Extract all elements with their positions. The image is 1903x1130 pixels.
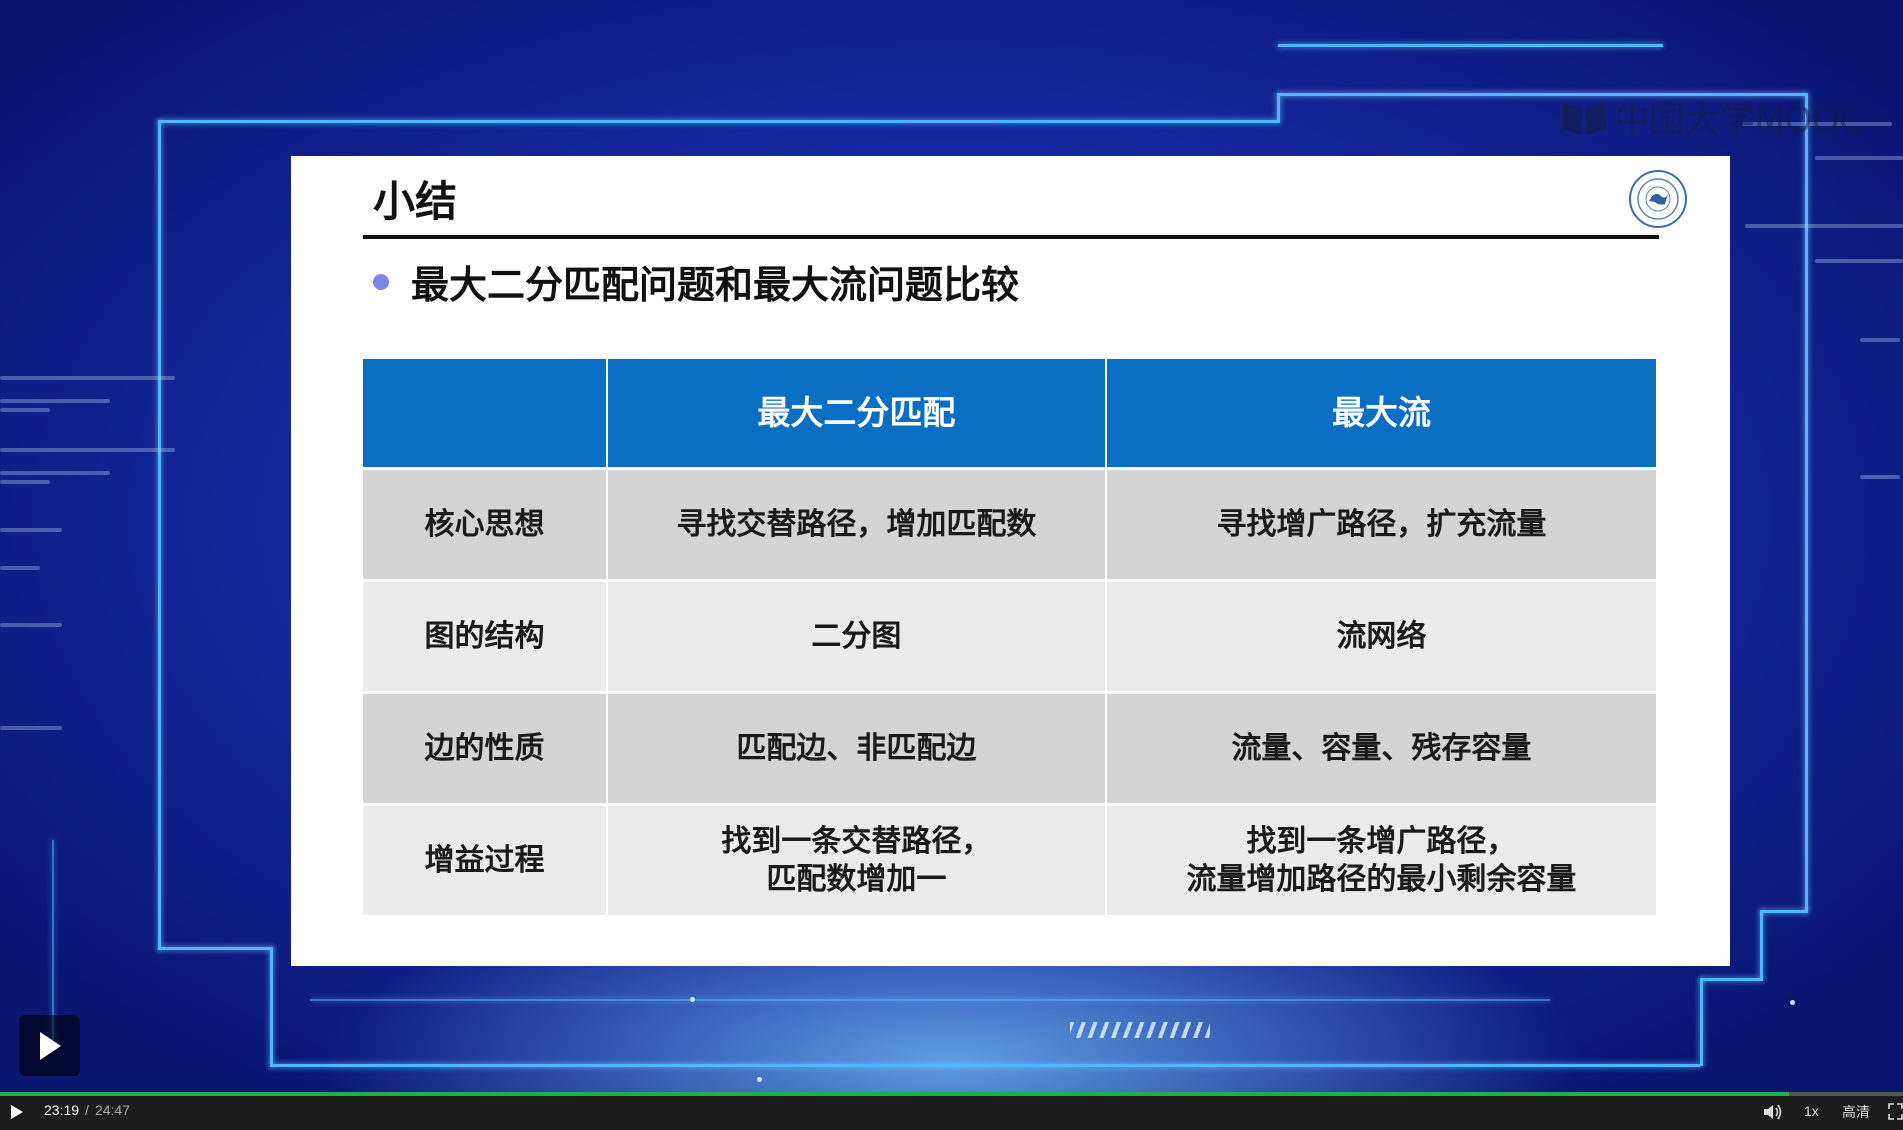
flow-cell: 流网络 [1105, 580, 1659, 694]
flow-cell: 寻找增广路径，扩充流量 [1105, 468, 1659, 582]
play-icon[interactable] [9, 1103, 25, 1121]
code-streak [1745, 224, 1903, 228]
frame-line [1700, 978, 1763, 981]
code-streak [0, 399, 110, 403]
code-streak [0, 480, 50, 484]
play-icon [39, 1031, 61, 1060]
dash-marks [1070, 1022, 1210, 1038]
row-label: 边的性质 [363, 692, 608, 806]
video-frame[interactable]: 中国大学MOOC 小结 最大二分匹配问题和最大流问题比较 最大二分匹配 最大流 … [0, 0, 1903, 1092]
code-streak [0, 448, 175, 452]
frame-line [270, 947, 273, 1067]
time-display: 23:19 / 24:47 [44, 1102, 130, 1118]
bullet-text: 最大二分匹配问题和最大流问题比较 [411, 263, 1020, 307]
flow-cell: 找到一条增广路径， 流量增加路径的最小剩余容量 [1105, 804, 1659, 918]
code-streak [0, 623, 62, 627]
table-row: 边的性质 匹配边、非匹配边 流量、容量、残存容量 [363, 692, 1659, 806]
table-row: 增益过程 找到一条交替路径， 匹配数增加一 找到一条增广路径， 流量增加路径的最… [363, 804, 1659, 918]
bullet-dot-icon [373, 273, 389, 290]
code-streak [0, 566, 40, 570]
frame-line [1805, 93, 1808, 913]
frame-line [1760, 910, 1808, 913]
table-header-cell: 最大流 [1105, 359, 1659, 470]
frame-line [1760, 910, 1763, 980]
university-seal-icon [1637, 178, 1679, 220]
frame-line [158, 120, 1278, 123]
lecture-slide: 小结 最大二分匹配问题和最大流问题比较 最大二分匹配 最大流 核心思想 寻找交替… [291, 156, 1730, 966]
matching-cell: 寻找交替路径，增加匹配数 [606, 468, 1107, 582]
code-streak [0, 471, 110, 475]
code-streak [1860, 338, 1900, 342]
play-button[interactable] [19, 1015, 80, 1076]
row-label: 图的结构 [363, 580, 608, 694]
table-row: 核心思想 寻找交替路径，增加匹配数 寻找增广路径，扩充流量 [363, 468, 1659, 582]
code-streak [1815, 259, 1903, 263]
frame-line [1700, 978, 1703, 1066]
code-streak [1860, 475, 1900, 479]
matching-cell: 二分图 [606, 580, 1107, 694]
player-controls: 23:19 / 24:47 1x 高清 [0, 1092, 1903, 1130]
slide-title: 小结 [373, 177, 458, 226]
volume-icon[interactable] [1762, 1102, 1784, 1122]
quality-selector[interactable]: 高清 [1842, 1102, 1870, 1122]
row-label: 核心思想 [363, 468, 608, 582]
frame-line [1277, 93, 1280, 123]
frame-line [1278, 44, 1663, 47]
matching-cell: 匹配边、非匹配边 [606, 692, 1107, 806]
frame-line [158, 120, 161, 950]
code-streak [0, 528, 62, 532]
frame-line [270, 1064, 1700, 1067]
code-streak [0, 408, 50, 412]
code-streak [0, 376, 175, 380]
table-header-row: 最大二分匹配 最大流 [363, 359, 1659, 470]
current-time: 23:19 [44, 1102, 80, 1118]
progress-bar[interactable] [0, 1092, 1903, 1096]
frame-line [52, 840, 54, 1040]
mooc-watermark: 中国大学MOOC [1560, 95, 1864, 141]
fullscreen-icon[interactable] [1888, 1103, 1903, 1120]
frame-dot [1790, 1000, 1795, 1005]
time-separator: / [85, 1102, 89, 1118]
flow-cell: 流量、容量、残存容量 [1105, 692, 1659, 806]
table-row: 图的结构 二分图 流网络 [363, 580, 1659, 694]
frame-dot [690, 997, 695, 1002]
university-logo-icon [1629, 170, 1687, 228]
frame-line [310, 999, 1550, 1001]
table-header-cell: 最大二分匹配 [606, 359, 1107, 470]
duration: 24:47 [94, 1102, 130, 1118]
frame-line [158, 947, 273, 950]
frame-dot [757, 1077, 762, 1082]
progress-fill [0, 1092, 1789, 1096]
playback-speed[interactable]: 1x [1804, 1103, 1819, 1119]
code-streak [0, 726, 62, 730]
row-label: 增益过程 [363, 804, 608, 918]
matching-cell: 找到一条交替路径， 匹配数增加一 [606, 804, 1107, 918]
table-header-cell [363, 359, 608, 470]
code-streak [1815, 156, 1903, 160]
comparison-table: 最大二分匹配 最大流 核心思想 寻找交替路径，增加匹配数 寻找增广路径，扩充流量… [363, 359, 1659, 918]
mooc-watermark-text: 中国大学MOOC [1614, 100, 1864, 141]
bullet-item: 最大二分匹配问题和最大流问题比较 [373, 254, 1019, 309]
title-divider [363, 235, 1659, 239]
book-logo-icon [1562, 103, 1606, 135]
